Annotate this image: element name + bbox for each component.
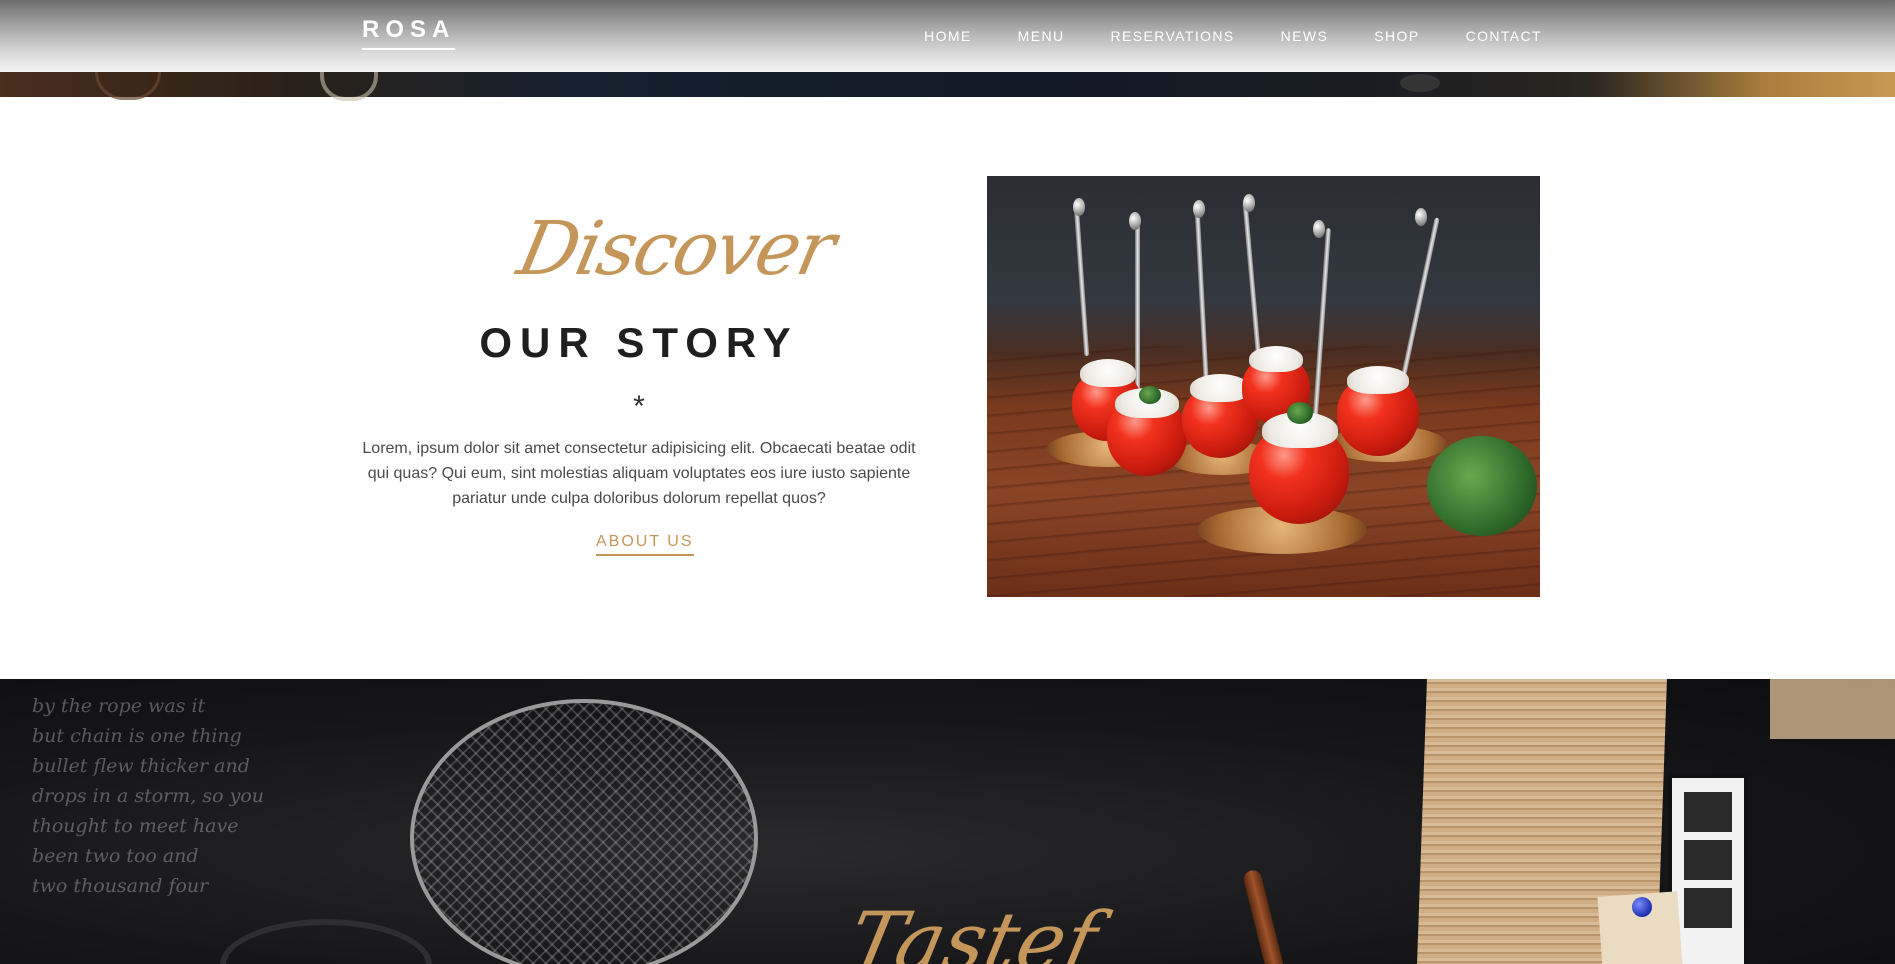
nav-menu[interactable]: MENU (1018, 28, 1065, 44)
film-frame (1684, 840, 1732, 880)
skewer (1242, 202, 1261, 352)
hero-image-strip (0, 72, 1895, 101)
site-header: ROSA HOME MENU RESERVATIONS NEWS SHOP CO… (0, 0, 1895, 72)
nav-contact[interactable]: CONTACT (1466, 28, 1542, 44)
skewer-knob (1073, 198, 1085, 216)
film-frame (1684, 888, 1732, 928)
stone-image (1400, 74, 1440, 92)
cheese-topping (1347, 366, 1409, 394)
herb-garnish (1139, 386, 1161, 404)
skewer-knob (1415, 208, 1427, 226)
nav-shop[interactable]: SHOP (1374, 28, 1419, 44)
film-frame (1684, 792, 1732, 832)
asterisk-divider: * (633, 390, 645, 423)
story-script-title: Discover (510, 206, 842, 292)
wooden-handle-image (1241, 868, 1287, 964)
main-nav: HOME MENU RESERVATIONS NEWS SHOP CONTACT (924, 28, 1542, 44)
nav-reservations[interactable]: RESERVATIONS (1111, 28, 1235, 44)
herb-garnish (1287, 402, 1313, 424)
paper-scrap-image (1770, 679, 1895, 739)
story-heading: OUR STORY (479, 319, 799, 366)
push-pin-icon (1632, 897, 1652, 917)
chalkboard-writing-image: by the rope was it but chain is one thin… (32, 695, 264, 897)
specialties-background: by the rope was it but chain is one thin… (0, 679, 1895, 964)
bowl-edge-image (95, 72, 161, 100)
pan-image (220, 919, 432, 964)
herb-bunch (1427, 436, 1537, 536)
cheese-topping (1190, 374, 1250, 402)
skewer-knob (1129, 212, 1141, 230)
cheese-topping (1080, 359, 1136, 387)
site-logo[interactable]: ROSA (362, 16, 456, 50)
plate-edge-image (320, 72, 378, 101)
skewer-knob (1313, 220, 1325, 238)
section-script-title: Tastef (840, 895, 1105, 964)
about-us-link[interactable]: ABOUT US (596, 532, 694, 556)
appetizer-photo (987, 176, 1540, 597)
wire-sieve-image (410, 699, 758, 964)
cheese-topping (1249, 346, 1303, 372)
nav-home[interactable]: HOME (924, 28, 972, 44)
nav-news[interactable]: NEWS (1281, 28, 1329, 44)
skewer (1073, 206, 1090, 356)
skewer-knob (1193, 200, 1205, 218)
skewer-knob (1243, 194, 1255, 212)
story-paragraph: Lorem, ipsum dolor sit amet consectetur … (362, 440, 916, 507)
